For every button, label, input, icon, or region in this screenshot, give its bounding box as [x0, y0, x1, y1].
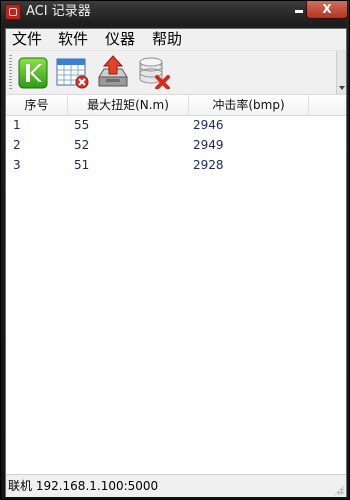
cell-max-torque: 52 — [74, 138, 90, 152]
cell-max-torque: 51 — [74, 158, 90, 172]
menu-bar: 文件 软件 仪器 帮助 — [6, 29, 346, 51]
status-bar: 联机 192.168.1.100:5000 — [6, 474, 346, 497]
client-area: 文件 软件 仪器 帮助 序号 最大扭矩(N.m) 冲击率(bmp) 1 55 2… — [5, 28, 347, 497]
cell-index: 1 — [13, 118, 21, 132]
menu-instrument[interactable]: 仪器 — [105, 30, 135, 49]
app-window: ACI 记录器 X 文件 软件 仪器 帮助 序号 最大扭矩(N.m) 冲击率(b… — [0, 0, 350, 500]
toolbar — [6, 51, 346, 95]
cell-index: 2 — [13, 138, 21, 152]
upload-tray-icon[interactable] — [96, 55, 130, 89]
cell-impact-rate: 2946 — [193, 118, 224, 132]
window-title: ACI 记录器 — [26, 4, 91, 19]
column-header-index[interactable]: 序号 — [6, 95, 68, 115]
app-logo-icon[interactable] — [5, 4, 21, 20]
data-table: 序号 最大扭矩(N.m) 冲击率(bmp) 1 55 2946 2 52 294… — [6, 95, 346, 464]
close-button[interactable]: X — [306, 1, 348, 19]
menu-help[interactable]: 帮助 — [152, 30, 182, 49]
table-row[interactable]: 1 55 2946 — [6, 115, 346, 135]
k-logo-icon[interactable] — [18, 57, 48, 89]
title-bar[interactable]: ACI 记录器 X — [1, 1, 349, 23]
resize-grip-icon[interactable] — [334, 485, 344, 495]
cell-impact-rate: 2928 — [193, 158, 224, 172]
column-header-max-torque[interactable]: 最大扭矩(N.m) — [68, 95, 189, 115]
column-header-impact-rate[interactable]: 冲击率(bmp) — [189, 95, 309, 115]
table-row[interactable]: 3 51 2928 — [6, 155, 346, 175]
menu-file[interactable]: 文件 — [12, 30, 42, 49]
calendar-delete-icon[interactable] — [56, 57, 90, 89]
connection-status: 联机 192.168.1.100:5000 — [8, 479, 159, 493]
cell-impact-rate: 2949 — [193, 138, 224, 152]
table-row[interactable]: 2 52 2949 — [6, 135, 346, 155]
toolbar-overflow-chevron-icon[interactable] — [336, 51, 346, 94]
toolbar-grip[interactable] — [9, 55, 12, 89]
database-delete-icon[interactable] — [137, 55, 171, 89]
table-header: 序号 最大扭矩(N.m) 冲击率(bmp) — [6, 95, 346, 116]
menu-software[interactable]: 软件 — [58, 30, 88, 49]
cell-index: 3 — [13, 158, 21, 172]
cell-max-torque: 55 — [74, 118, 90, 132]
